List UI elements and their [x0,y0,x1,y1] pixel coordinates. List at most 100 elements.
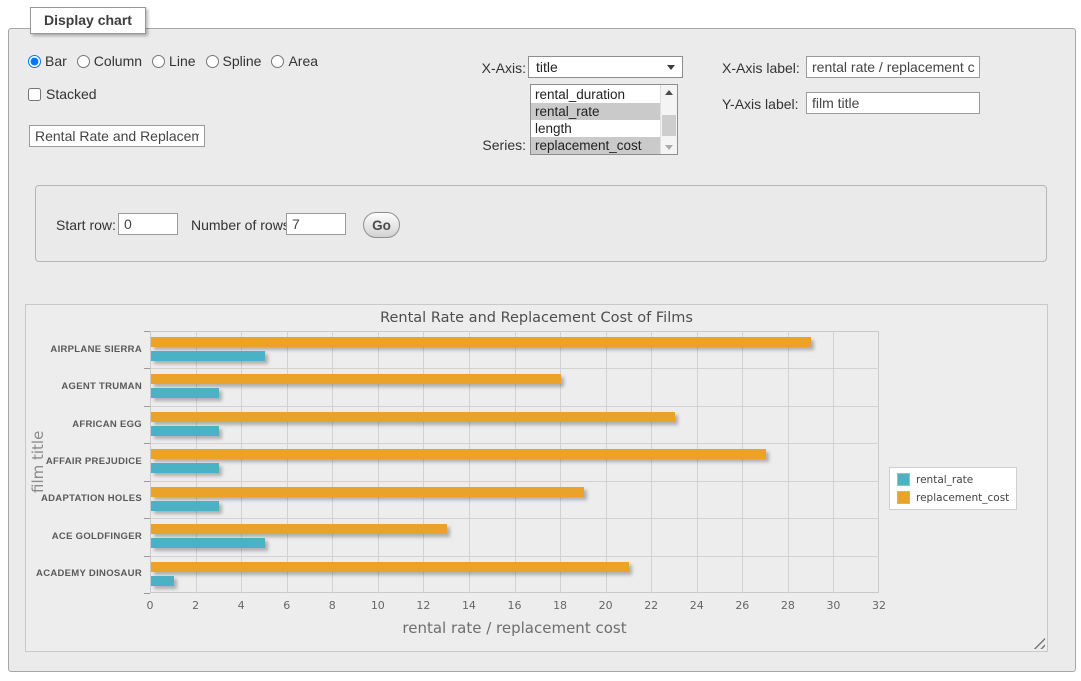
x-tick-label: 10 [363,599,393,612]
bar-replacement-cost [151,412,675,422]
gridline-h [151,406,879,407]
fieldset-legend: Display chart [30,7,146,34]
resize-grip-icon[interactable] [1033,637,1045,649]
category-label: AFRICAN EGG [36,419,142,430]
x-tick-label: 14 [454,599,484,612]
radio-bar[interactable] [28,55,41,68]
bar-rental-rate [151,576,174,586]
x-tick-label: 4 [226,599,256,612]
radio-option-line: Line [152,53,195,69]
legend-swatch-replacement_cost [897,491,910,504]
gridline-v [788,331,789,593]
category-label: AGENT TRUMAN [36,381,142,392]
x-tick-label: 30 [818,599,848,612]
series-option-rental_duration[interactable]: rental_duration [531,86,660,103]
number-of-rows-label: Number of rows: [191,217,294,233]
row-range-panel: Start row: Number of rows: Go [35,185,1047,262]
x-tick-label: 20 [591,599,621,612]
x-axis-select-value: title [536,59,558,75]
chart-legend: rental_ratereplacement_cost [889,467,1017,510]
x-tick-label: 22 [636,599,666,612]
category-label: AFFAIR PREJUDICE [36,456,142,467]
gridline-v [742,331,743,593]
series-multiselect[interactable]: rental_durationrental_ratelengthreplacem… [530,84,678,155]
x-axis-select-label: X-Axis: [440,60,526,76]
radio-spline[interactable] [206,55,219,68]
x-tick-label: 18 [545,599,575,612]
x-axis-label-input[interactable] [806,56,980,78]
radio-option-spline: Spline [206,53,262,69]
bar-replacement-cost [151,449,766,459]
radio-option-bar: Bar [28,53,67,69]
radio-column[interactable] [77,55,90,68]
series-option-replacement_cost[interactable]: replacement_cost [531,137,660,154]
bar-replacement-cost [151,524,447,534]
stacked-checkbox[interactable] [28,88,41,101]
gridline-h [151,556,879,557]
x-tick-label: 16 [500,599,530,612]
stacked-checkbox-row: Stacked [28,86,97,102]
radio-option-column: Column [77,53,142,69]
y-tick [144,593,150,594]
stacked-label: Stacked [46,86,97,102]
gridline-v [241,331,242,593]
gridline-h [151,443,879,444]
x-tick-label: 32 [864,599,894,612]
gridline-v [196,331,197,593]
gridline-h [151,518,879,519]
x-tick-label: 0 [135,599,165,612]
bar-rental-rate [151,388,219,398]
gridline-v [697,331,698,593]
series-options: rental_durationrental_ratelengthreplacem… [531,85,660,154]
gridline-h [151,481,879,482]
chart-type-radio-group: Bar Column Line Spline Area [28,53,318,69]
x-tick-label: 2 [181,599,211,612]
bar-rental-rate [151,501,219,511]
chart-title-input[interactable] [29,125,205,147]
start-row-label: Start row: [56,217,116,233]
bar-replacement-cost [151,374,561,384]
radio-label-area: Area [288,53,318,69]
gridline-v [378,331,379,593]
radio-label-line: Line [169,53,195,69]
bar-replacement-cost [151,562,629,572]
radio-label-column: Column [94,53,142,69]
series-option-length[interactable]: length [531,120,660,137]
page: { "fieldset": { "legend": "Display chart… [0,0,1081,681]
y-tick [144,406,150,407]
gridline-v [287,331,288,593]
x-axis-label-field-label: X-Axis label: [722,60,800,76]
scrollbar-thumb[interactable] [662,115,676,136]
y-tick [144,518,150,519]
radio-label-spline: Spline [223,53,262,69]
legend-label-rental_rate: rental_rate [916,474,973,486]
x-axis-select[interactable]: title [528,56,683,78]
y-tick [144,368,150,369]
chart-x-axis-label: rental rate / replacement cost [150,619,879,637]
radio-option-area: Area [271,53,318,69]
bar-rental-rate [151,426,219,436]
y-axis-label-input[interactable] [806,92,980,114]
gridline-v [423,331,424,593]
radio-area[interactable] [271,55,284,68]
series-option-rental_rate[interactable]: rental_rate [531,103,660,120]
gridline-v [469,331,470,593]
x-tick-label: 12 [408,599,438,612]
radio-line[interactable] [152,55,165,68]
category-label: ACADEMY DINOSAUR [36,568,142,579]
bar-rental-rate [151,538,265,548]
gridline-v [833,331,834,593]
scroll-down-icon[interactable] [661,140,677,154]
series-list-label: Series: [440,137,526,153]
y-axis-label-field-label: Y-Axis label: [722,96,799,112]
category-label: ACE GOLDFINGER [36,531,142,542]
number-of-rows-input[interactable] [286,213,346,235]
x-tick-label: 26 [727,599,757,612]
scroll-up-icon[interactable] [661,85,677,99]
gridline-h [151,368,879,369]
series-list-scrollbar[interactable] [660,85,677,154]
category-label: ADAPTATION HOLES [36,493,142,504]
start-row-input[interactable] [118,213,178,235]
gridline-v [332,331,333,593]
go-button[interactable]: Go [363,212,400,238]
